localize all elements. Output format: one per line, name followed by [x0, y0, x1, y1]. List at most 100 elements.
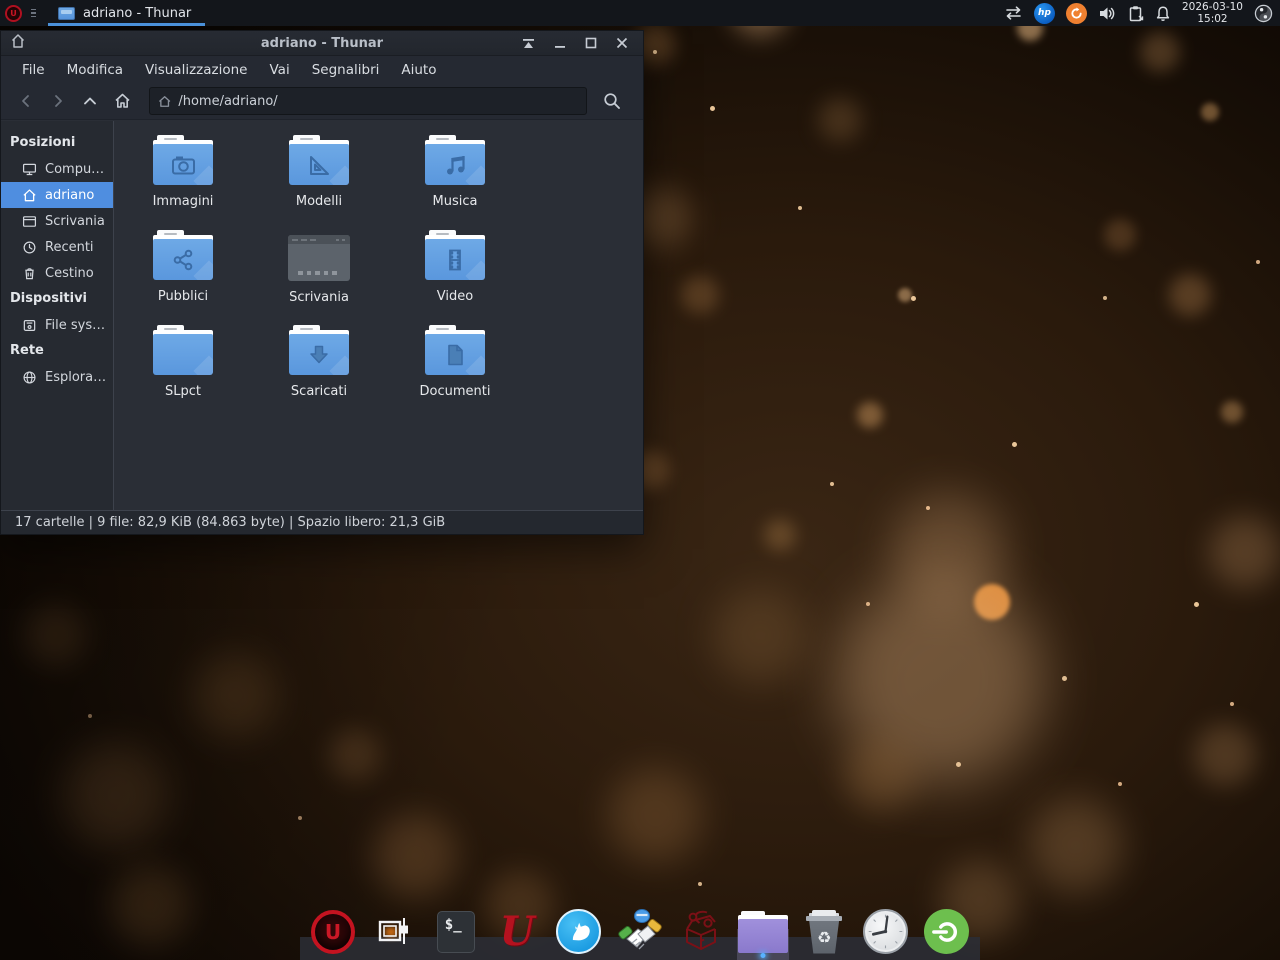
- home-button[interactable]: [109, 88, 135, 114]
- file-manager-icon: [738, 911, 788, 953]
- back-button[interactable]: [13, 88, 39, 114]
- folder-public-icon: [153, 230, 213, 280]
- panel-date: 2026-03-10: [1182, 1, 1243, 13]
- search-button[interactable]: [599, 88, 625, 114]
- location-bar[interactable]: [149, 87, 587, 115]
- hp-letters: hp: [1038, 8, 1051, 18]
- taskbar-item-thunar[interactable]: adriano - Thunar: [48, 0, 205, 26]
- bokeh-spot: [1230, 702, 1234, 706]
- computer-icon: [22, 162, 37, 177]
- sidebar-item-recenti[interactable]: Recenti: [1, 234, 113, 260]
- recent-icon: [22, 240, 37, 255]
- bokeh-spot: [891, 493, 1006, 608]
- shade-button[interactable]: [522, 38, 535, 49]
- sidebar-header-dispositivi: Dispositivi: [1, 286, 113, 312]
- maximize-button[interactable]: [585, 37, 597, 49]
- up-button[interactable]: [77, 88, 103, 114]
- filesystem-icon: [22, 318, 37, 333]
- bokeh-spot: [1194, 724, 1256, 786]
- sidebar-item-label: Recenti: [45, 240, 94, 255]
- titlebar[interactable]: adriano - Thunar: [1, 31, 643, 56]
- desktop-icon: [22, 214, 37, 229]
- recycle-glyph: ♻: [817, 928, 831, 947]
- ufficiozero-logo-icon: U: [311, 910, 355, 954]
- sidebar-item-computer[interactable]: Compu…: [1, 156, 113, 182]
- update-sync-icon[interactable]: [1066, 3, 1087, 24]
- file-label: SLpct: [165, 384, 201, 399]
- hp-tool-icon[interactable]: hp: [1034, 3, 1055, 24]
- dock-handshake[interactable]: [615, 903, 665, 960]
- dock-librewolf[interactable]: [554, 903, 604, 960]
- active-task-underline: [48, 23, 205, 26]
- panel-settings-icon: [373, 911, 415, 953]
- dock: U $_ U: [300, 903, 980, 960]
- file-slpct[interactable]: SLpct: [115, 325, 251, 417]
- file-pubblici[interactable]: Pubblici: [115, 230, 251, 322]
- dock-logout[interactable]: [922, 903, 972, 960]
- folder-videos-icon: [425, 230, 485, 280]
- file-modelli[interactable]: Modelli: [251, 135, 387, 227]
- menu-file[interactable]: File: [11, 56, 56, 83]
- swap-icon[interactable]: [1004, 5, 1023, 21]
- dock-ufficiozero-logo[interactable]: U: [308, 903, 358, 960]
- ufficiozero-menu-icon: U: [500, 912, 535, 952]
- folder-templates-icon: [289, 135, 349, 185]
- file-scaricati[interactable]: Scaricati: [251, 325, 387, 417]
- panel-grip-handle[interactable]: [31, 9, 36, 18]
- menu-vai[interactable]: Vai: [259, 56, 301, 83]
- bokeh-spot: [1062, 676, 1067, 681]
- file-documenti[interactable]: Documenti: [387, 325, 523, 417]
- close-button[interactable]: [616, 37, 628, 49]
- bokeh-spot: [818, 98, 862, 142]
- sidebar-item-label: File sys…: [45, 318, 105, 333]
- yinyang-icon[interactable]: [1254, 4, 1273, 23]
- terminal-prompt: $_: [445, 917, 462, 933]
- panel-clock[interactable]: 2026-03-10 15:02: [1182, 1, 1243, 25]
- bokeh-spot: [844, 739, 916, 811]
- menu-aiuto[interactable]: Aiuto: [390, 56, 447, 83]
- distro-logo-letter: U: [10, 9, 17, 18]
- location-input[interactable]: [178, 94, 578, 109]
- bell-icon[interactable]: [1155, 5, 1171, 22]
- sidebar-item-filesystem[interactable]: File sys…: [1, 312, 113, 338]
- menu-modifica[interactable]: Modifica: [56, 56, 134, 83]
- distro-logo-icon[interactable]: U: [5, 5, 22, 22]
- minimize-button[interactable]: [554, 38, 566, 49]
- dock-ufficiozero-menu[interactable]: U: [492, 903, 542, 960]
- volume-icon[interactable]: [1098, 5, 1117, 22]
- trash-icon: [22, 266, 37, 281]
- bokeh-spot: [1169, 274, 1211, 316]
- bokeh-spot: [956, 762, 961, 767]
- desktop-preview-icon: [288, 235, 350, 281]
- bokeh-spot: [24, 604, 86, 666]
- bokeh-spot: [835, 575, 1045, 785]
- dock-panel-settings[interactable]: [369, 903, 419, 960]
- menubar: File Modifica Visualizzazione Vai Segnal…: [1, 56, 643, 83]
- file-immagini[interactable]: Immagini: [115, 135, 251, 227]
- sidebar-item-scrivania[interactable]: Scrivania: [1, 208, 113, 234]
- forward-button[interactable]: [45, 88, 71, 114]
- bokeh-spot: [653, 50, 657, 54]
- menu-visualizzazione[interactable]: Visualizzazione: [134, 56, 258, 83]
- file-musica[interactable]: Musica: [387, 135, 523, 227]
- bokeh-spot: [866, 602, 870, 606]
- clipboard-icon[interactable]: [1128, 5, 1144, 22]
- bokeh-spot: [1140, 32, 1180, 72]
- bokeh-spot: [1028, 798, 1123, 893]
- sidebar-item-label: Scrivania: [45, 214, 105, 229]
- sidebar-item-cestino[interactable]: Cestino: [1, 260, 113, 286]
- bokeh-spot: [329, 729, 381, 781]
- system-tray: hp 2026-03-10 15:02: [1004, 0, 1280, 26]
- dock-file-manager[interactable]: [738, 903, 788, 960]
- dock-clock[interactable]: [861, 903, 911, 960]
- sidebar-item-esplora[interactable]: Esplora…: [1, 364, 113, 390]
- folder-music-icon: [425, 135, 485, 185]
- menu-segnalibri[interactable]: Segnalibri: [301, 56, 391, 83]
- dock-trash[interactable]: ♻: [799, 903, 849, 960]
- dock-toolbox[interactable]: [676, 903, 726, 960]
- folder-plain-icon: [153, 325, 213, 375]
- dock-terminal[interactable]: $_: [431, 903, 481, 960]
- sidebar-item-adriano[interactable]: adriano: [1, 182, 113, 208]
- file-scrivania[interactable]: Scrivania: [251, 230, 387, 322]
- file-video[interactable]: Video: [387, 230, 523, 322]
